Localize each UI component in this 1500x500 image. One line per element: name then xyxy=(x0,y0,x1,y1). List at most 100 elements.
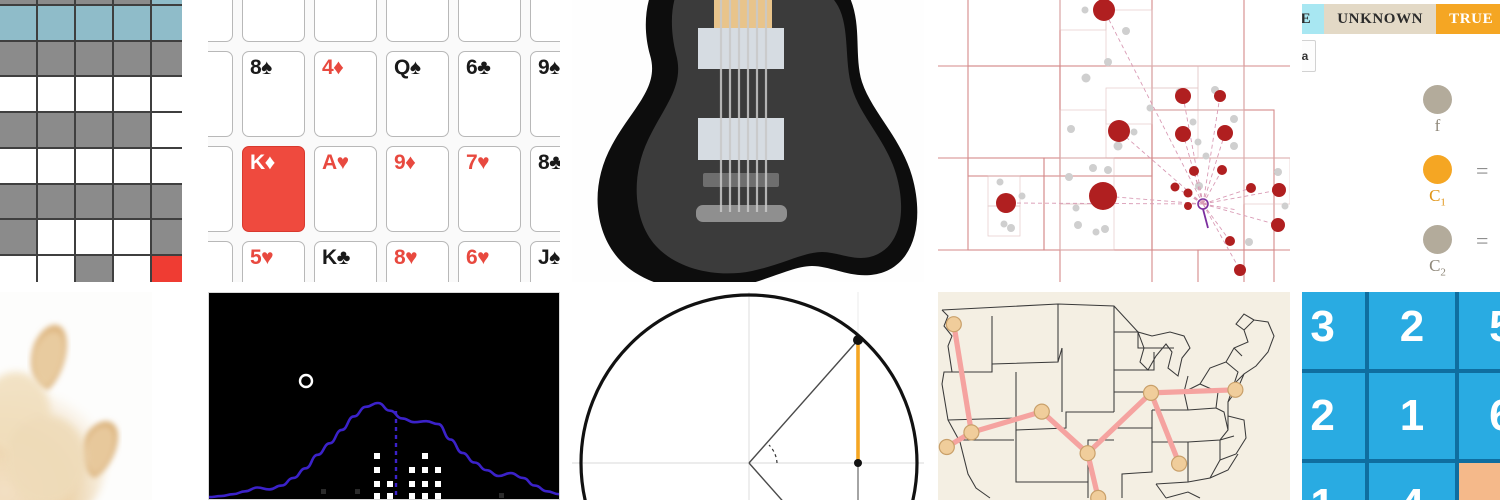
playing-card[interactable] xyxy=(314,0,377,42)
grid-cell-8-5[interactable] xyxy=(152,256,182,282)
grid-cell-7-2[interactable] xyxy=(38,220,74,255)
grid-cell-0-5[interactable] xyxy=(152,0,182,4)
grid-cell-8-2[interactable] xyxy=(38,256,74,282)
grid-cell-2-4[interactable] xyxy=(114,41,150,76)
grid-cell-2-5[interactable] xyxy=(152,41,182,76)
grid-cell-7-1[interactable] xyxy=(0,220,36,255)
number-cell-1-2[interactable]: 6 xyxy=(1458,373,1500,459)
playing-card[interactable] xyxy=(386,0,449,42)
tile-night-skyline-chart[interactable] xyxy=(208,292,560,500)
playing-card[interactable]: 6♠ xyxy=(208,51,233,137)
grid-cell-6-2[interactable] xyxy=(38,184,74,219)
grid-cell-5-2[interactable] xyxy=(38,148,74,183)
truth-value-badge-bar[interactable]: FALSE UNKNOWN TRUE X4: xyxy=(1302,4,1500,34)
map-node-houston[interactable] xyxy=(1090,489,1107,500)
map-node-new-york[interactable] xyxy=(1227,381,1244,398)
playing-card[interactable]: 9♦ xyxy=(386,146,449,232)
grid-cell-3-1[interactable] xyxy=(0,77,36,112)
map-node-chicago[interactable] xyxy=(1142,384,1160,402)
grid-cell-4-1[interactable] xyxy=(0,113,36,147)
grid-cell-0-4[interactable] xyxy=(114,0,150,4)
grid-cell-0-2[interactable] xyxy=(38,0,74,4)
playing-card[interactable] xyxy=(242,0,305,42)
grid-cell-1-2[interactable] xyxy=(38,5,74,40)
playing-card[interactable]: K♣ xyxy=(314,241,377,282)
number-grid[interactable]: 32521614 xyxy=(1302,292,1500,500)
grid-cell-5-4[interactable] xyxy=(114,148,150,183)
tile-kitten-photo[interactable] xyxy=(0,292,152,500)
grid-cell-2-1[interactable] xyxy=(0,41,36,76)
grid-cell-4-4[interactable] xyxy=(114,113,150,147)
playing-card-selected[interactable]: K♦ xyxy=(242,146,305,232)
tile-number-grid[interactable]: 32521614 xyxy=(1302,292,1500,500)
mini-value-box[interactable]: a xyxy=(1302,40,1316,72)
grid-cell-2-3[interactable] xyxy=(76,41,112,76)
grid-cell-1-5[interactable] xyxy=(152,5,182,40)
map-node-san-diego[interactable] xyxy=(938,438,955,456)
badge-unknown[interactable]: UNKNOWN xyxy=(1324,4,1437,34)
playing-card[interactable]: 7♦ xyxy=(208,241,233,282)
grid-cell-6-3[interactable] xyxy=(76,184,112,219)
grid-cell-1-1[interactable] xyxy=(0,5,36,40)
grid-cell-3-2[interactable] xyxy=(38,77,74,112)
node-c2[interactable]: C2 xyxy=(1423,225,1452,278)
tile-playing-cards[interactable]: 6♠8♠4♦Q♠6♣9♠9♠3♣K♦A♥9♦7♥8♣2♣7♦5♥K♣8♥6♥J♠… xyxy=(208,0,560,282)
tile-unit-circle[interactable] xyxy=(572,292,924,500)
tile-minesweeper-grid[interactable] xyxy=(0,0,182,282)
tile-logic-truth-values[interactable]: FALSE UNKNOWN TRUE X4: a f C1 = C2 = xyxy=(1302,0,1500,282)
map-node-seattle[interactable] xyxy=(945,316,962,333)
grid-cell-3-4[interactable] xyxy=(114,77,150,112)
grid-cell-8-1[interactable] xyxy=(0,256,36,282)
map-node-los-angeles[interactable] xyxy=(963,424,980,441)
map-node-dallas[interactable] xyxy=(1079,445,1096,462)
number-cell-2-1[interactable]: 4 xyxy=(1369,462,1455,500)
playing-card[interactable] xyxy=(530,0,560,42)
node-f[interactable]: f xyxy=(1423,85,1452,136)
playing-card[interactable]: 3♣ xyxy=(208,146,233,232)
grid-cell-8-3[interactable] xyxy=(76,256,112,282)
grid-cell-1-4[interactable] xyxy=(114,5,150,40)
minesweeper-grid[interactable] xyxy=(0,0,182,282)
grid-cell-7-5[interactable] xyxy=(152,220,182,255)
number-cell-1-1[interactable]: 1 xyxy=(1369,373,1455,459)
playing-card[interactable]: 6♣ xyxy=(458,51,521,137)
playing-card[interactable] xyxy=(208,0,233,42)
grid-cell-7-3[interactable] xyxy=(76,220,112,255)
grid-cell-1-3[interactable] xyxy=(76,5,112,40)
playing-card[interactable]: J♠ xyxy=(530,241,560,282)
grid-cell-7-4[interactable] xyxy=(114,220,150,255)
playing-card[interactable]: 8♠ xyxy=(242,51,305,137)
grid-cell-5-5[interactable] xyxy=(152,148,182,183)
number-cell-0-2[interactable]: 5 xyxy=(1458,292,1500,370)
playing-card[interactable]: 9♠ xyxy=(530,51,560,137)
grid-cell-6-1[interactable] xyxy=(0,184,36,219)
grid-cell-0-1[interactable] xyxy=(0,0,36,4)
playing-card[interactable]: 8♥ xyxy=(386,241,449,282)
tile-us-route-map[interactable] xyxy=(938,292,1290,500)
grid-cell-3-3[interactable] xyxy=(76,77,112,112)
grid-cell-6-4[interactable] xyxy=(114,184,150,219)
playing-card[interactable]: Q♠ xyxy=(386,51,449,137)
grid-cell-6-5[interactable] xyxy=(152,184,182,219)
grid-cell-5-1[interactable] xyxy=(0,148,36,183)
number-cell-1-0[interactable]: 2 xyxy=(1302,373,1366,459)
number-cell-2-2[interactable] xyxy=(1458,462,1500,500)
playing-card[interactable]: 5♥ xyxy=(242,241,305,282)
tile-electric-guitar[interactable] xyxy=(572,0,924,282)
playing-card[interactable]: A♥ xyxy=(314,146,377,232)
playing-card[interactable]: 8♣ xyxy=(530,146,560,232)
grid-cell-0-3[interactable] xyxy=(76,0,112,4)
node-c1[interactable]: C1 xyxy=(1423,155,1452,208)
grid-cell-4-3[interactable] xyxy=(76,113,112,147)
grid-cell-5-3[interactable] xyxy=(76,148,112,183)
playing-card[interactable]: 4♦ xyxy=(314,51,377,137)
number-cell-0-0[interactable]: 3 xyxy=(1302,292,1366,370)
playing-card[interactable]: 7♥ xyxy=(458,146,521,232)
badge-true[interactable]: TRUE xyxy=(1436,4,1500,34)
playing-card-grid[interactable]: 6♠8♠4♦Q♠6♣9♠9♠3♣K♦A♥9♦7♥8♣2♣7♦5♥K♣8♥6♥J♠… xyxy=(208,0,560,282)
grid-cell-2-2[interactable] xyxy=(38,41,74,76)
grid-cell-8-4[interactable] xyxy=(114,256,150,282)
grid-cell-4-2[interactable] xyxy=(38,113,74,147)
map-node-denver[interactable] xyxy=(1033,403,1050,420)
number-cell-0-1[interactable]: 2 xyxy=(1369,292,1455,370)
